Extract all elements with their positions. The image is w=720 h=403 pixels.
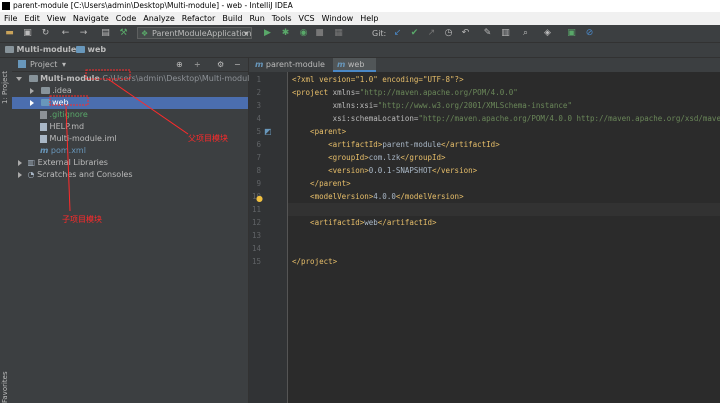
maven-icon: m [337, 60, 346, 69]
code-line: </project> [292, 257, 338, 266]
annotation-box-parent [85, 69, 131, 80]
line-number: 6 [256, 140, 261, 149]
tab-web[interactable]: m web [333, 58, 376, 72]
code-editor[interactable]: <?xml version="1.0" encoding="UTF-8"?> <… [288, 72, 720, 403]
annotation-arrow-parent [107, 78, 189, 135]
code-line: </parent> [292, 179, 351, 188]
code-line: <version>0.0.1-SNAPSHOT</version> [292, 166, 478, 175]
line-number: 5 [256, 127, 261, 136]
current-code-line [288, 203, 720, 216]
lightbulb-icon[interactable]: ● [256, 194, 263, 203]
line-number: 2 [256, 88, 261, 97]
code-line: <artifactId>parent-module</artifactId> [292, 140, 500, 149]
line-number: 12 [251, 218, 261, 227]
tab-parent-module[interactable]: m parent-module [251, 58, 329, 72]
code-line: xsi:schemaLocation="http://maven.apache.… [292, 114, 720, 123]
line-number: 15 [251, 257, 261, 266]
code-line: <project xmlns="http://maven.apache.org/… [292, 88, 518, 97]
code-line: <?xml version="1.0" encoding="UTF-8"?> [292, 75, 464, 84]
line-number: 13 [251, 231, 261, 240]
navigate-to-parent-icon[interactable]: ◩ [264, 127, 272, 136]
annotation-box-child [49, 95, 89, 106]
code-line: <artifactId>web</artifactId> [292, 218, 437, 227]
code-line: <parent> [292, 127, 347, 136]
code-line: xmlns:xsi="http://www.w3.org/2001/XMLSch… [292, 101, 572, 110]
line-number: 4 [256, 114, 261, 123]
line-number: 11 [251, 205, 261, 214]
line-number: 14 [251, 244, 261, 253]
annotation-parent-label: 父项目模块 [188, 134, 228, 143]
annotation-arrow-child [65, 105, 71, 212]
maven-icon: m [255, 60, 264, 69]
line-number: 9 [256, 179, 261, 188]
editor-gutter: 1 2 3 4 5 6 7 8 9 10 11 12 13 14 15 ◩ ● [249, 72, 288, 403]
line-number: 3 [256, 101, 261, 110]
annotation-child-label: 子项目模块 [62, 215, 102, 224]
line-number: 7 [256, 153, 261, 162]
code-line: <groupId>com.lzk</groupId> [292, 153, 446, 162]
line-number: 8 [256, 166, 261, 175]
line-number: 1 [256, 75, 261, 84]
code-line: <modelVersion>4.0.0</modelVersion> [292, 192, 464, 201]
editor-tabs: m parent-module m web [249, 58, 720, 73]
